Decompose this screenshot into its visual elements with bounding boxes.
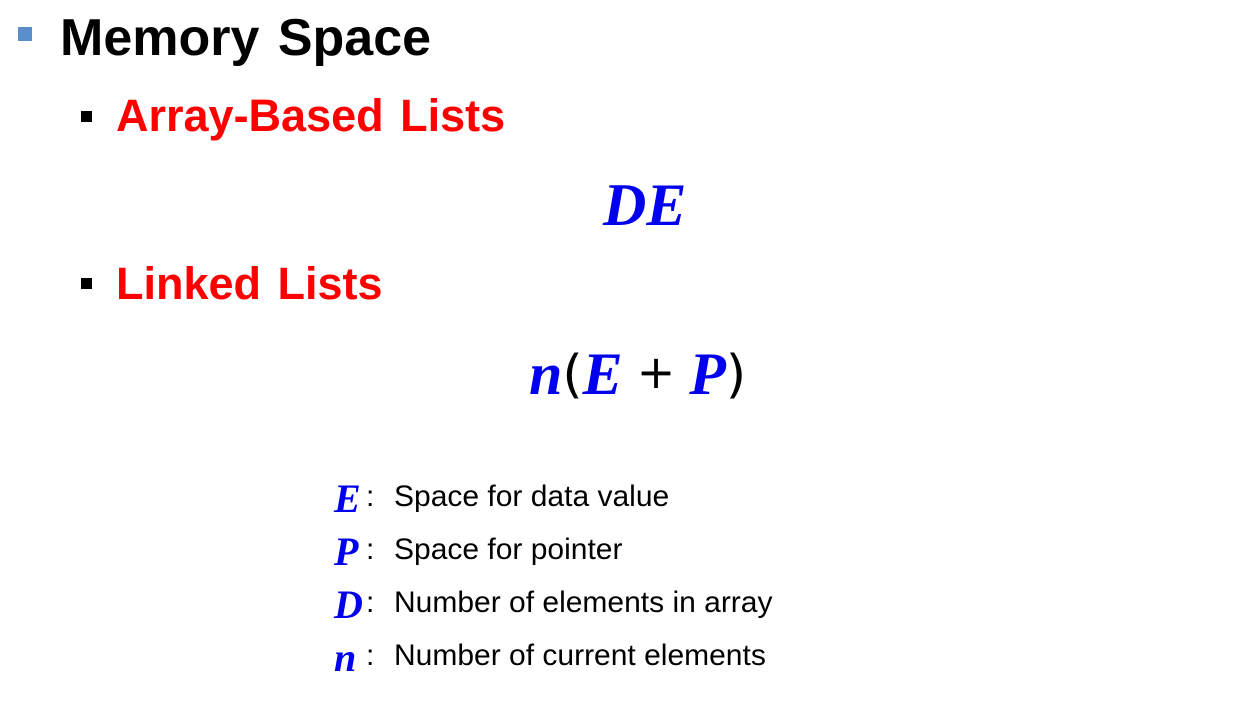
legend-text: : Space for pointer [366, 532, 623, 569]
legend-symbol: D [334, 581, 363, 627]
legend-description: Number of current elements [394, 638, 766, 672]
formula-term: P [689, 341, 726, 407]
section-bullet-icon [81, 278, 92, 289]
formula-linked: n(E + P) [529, 339, 746, 413]
formula-close-paren: ) [725, 345, 747, 405]
formula-symbol: E [646, 172, 687, 238]
legend-symbol: n [334, 634, 357, 680]
legend-symbol: P [334, 528, 359, 574]
legend-colon: : [366, 479, 375, 513]
title-bullet-icon [18, 27, 32, 41]
section-bullet-icon [81, 111, 92, 122]
formula-coefficient: n [529, 341, 563, 407]
legend-item: P : Space for pointer [334, 525, 622, 578]
formula-operator: + [636, 345, 676, 399]
symbol-legend: E : Space for data value P : Space for p… [334, 472, 773, 684]
legend-item: n : Number of current elements [334, 631, 766, 684]
legend-colon: : [366, 532, 375, 566]
section-heading-linked: Linked Lists [116, 258, 383, 309]
legend-text: : Number of elements in array [366, 585, 773, 622]
legend-description: Space for data value [394, 479, 670, 513]
legend-description: Number of elements in array [394, 585, 773, 619]
section-heading-array: Array-Based Lists [116, 90, 506, 141]
legend-item: E : Space for data value [334, 472, 669, 525]
legend-description: Space for pointer [394, 532, 623, 566]
legend-item: D : Number of elements in array [334, 578, 773, 631]
formula-array: DE [603, 170, 686, 240]
formula-term: E [582, 341, 623, 407]
legend-text: : Space for data value [366, 479, 670, 516]
legend-text: : Number of current elements [366, 638, 766, 675]
legend-colon: : [366, 585, 375, 619]
formula-symbol: D [603, 172, 647, 238]
legend-colon: : [366, 638, 375, 672]
formula-open-paren: ( [562, 345, 583, 405]
legend-symbol: E [334, 475, 361, 521]
slide-title: Memory Space [60, 9, 432, 67]
slide: Memory Space Array-Based Lists DE Linked… [0, 0, 1252, 706]
